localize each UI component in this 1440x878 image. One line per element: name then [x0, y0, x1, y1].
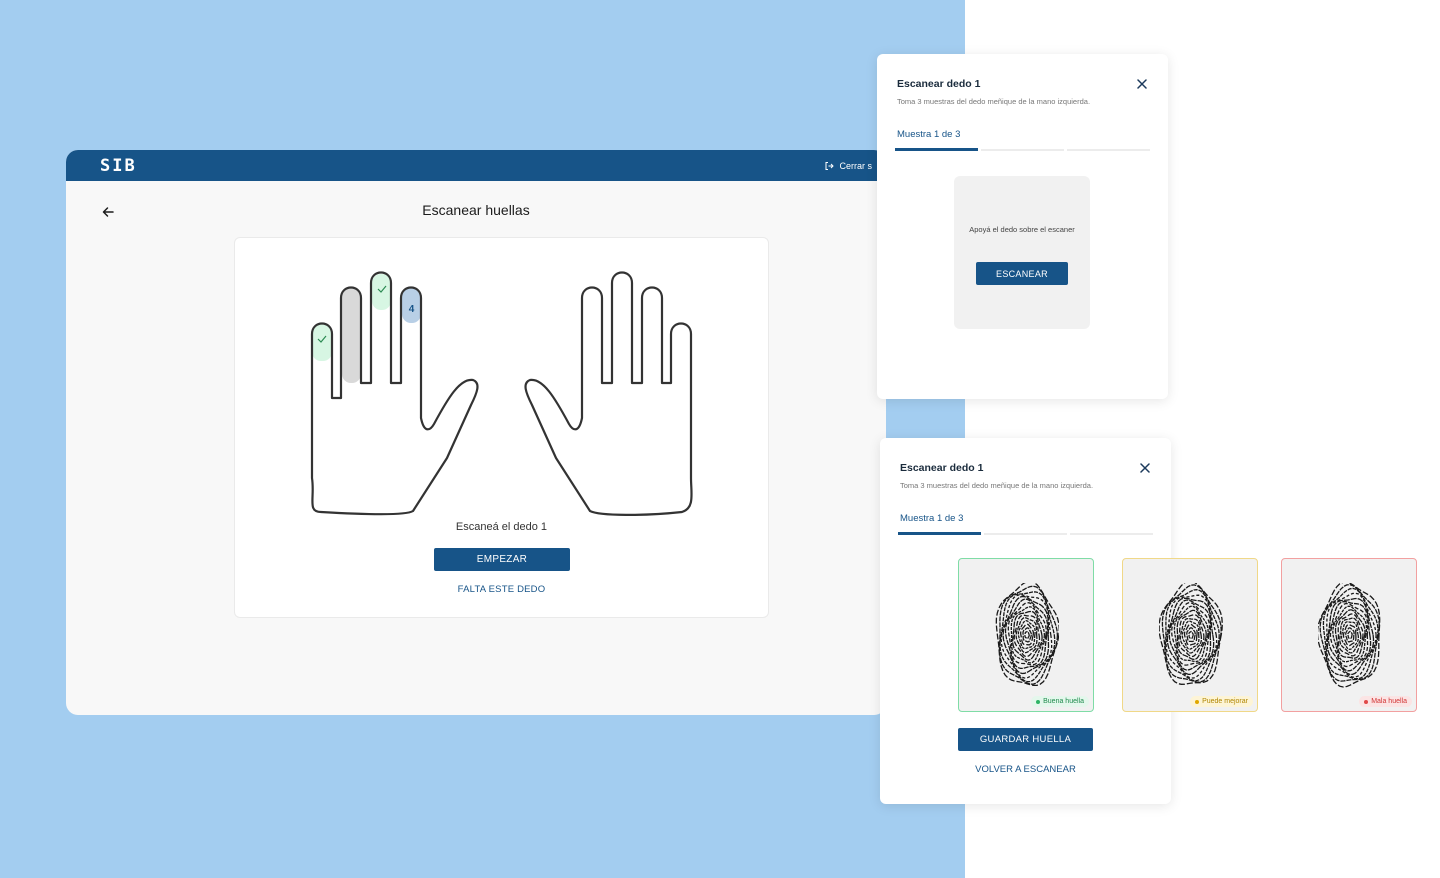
left-pinky-done [312, 324, 332, 361]
left-hand-outline [310, 271, 479, 516]
scan-instruction: Escaneá el dedo 1 [455, 521, 548, 533]
page-title: Escanear huellas [422, 202, 530, 218]
fingerprint-icon [1159, 583, 1223, 685]
close-icon[interactable] [1139, 462, 1151, 474]
logout-icon [825, 161, 835, 170]
rescan-link[interactable]: VOLVER A ESCANEAR [958, 764, 1093, 775]
fingerprint-icon [995, 583, 1059, 687]
svg-text:4: 4 [409, 304, 415, 315]
fingerprint-icon [1318, 583, 1381, 688]
left-middle-done [372, 274, 391, 310]
progress-step-2 [984, 533, 1067, 535]
tab-sample[interactable]: Muestra 1 de 3 [900, 513, 963, 524]
progress-step-1 [898, 532, 981, 535]
hands-illustration: 4 [310, 271, 693, 516]
progress-step-3 [1067, 149, 1150, 151]
missing-finger-link[interactable]: FALTA ESTE DEDO [235, 584, 768, 595]
fingerprint-card-good[interactable]: Buena huella [958, 558, 1094, 712]
close-icon[interactable] [1136, 78, 1148, 90]
scanner-area: Apoyá el dedo sobre el escaner ESCANEAR [954, 176, 1090, 329]
progress-step-2 [981, 149, 1064, 151]
modal-subtitle: Toma 3 muestras del dedo meñique de la m… [900, 481, 1094, 490]
progress-step-1 [895, 148, 978, 151]
quality-badge-medium: Puede mejorar [1190, 696, 1253, 707]
tab-sample[interactable]: Muestra 1 de 3 [897, 129, 960, 140]
progress-step-3 [1070, 533, 1153, 535]
app-window: SIB Cerrar s Escanear huellas 4 Escaneá … [66, 150, 886, 715]
save-fingerprint-button[interactable]: GUARDAR HUELLA [958, 728, 1093, 751]
left-ring-missing [342, 288, 361, 383]
app-logo: SIB [100, 155, 137, 176]
top-bar: SIB Cerrar s [66, 150, 886, 181]
fingerprint-card-bad[interactable]: Mala huella [1281, 558, 1417, 712]
right-hand-outline [524, 271, 693, 516]
start-button[interactable]: EMPEZAR [434, 548, 570, 571]
scan-button[interactable]: ESCANEAR [976, 262, 1068, 285]
logout-label: Cerrar s [839, 160, 872, 171]
modal-title: Escanear dedo 1 [897, 78, 981, 90]
fingerprint-card-medium[interactable]: Puede mejorar [1122, 558, 1258, 712]
modal-title: Escanear dedo 1 [900, 462, 984, 474]
quality-badge-bad: Mala huella [1359, 696, 1412, 707]
modal-subtitle: Toma 3 muestras del dedo meñique de la m… [897, 97, 1091, 106]
left-index-current: 4 [402, 288, 421, 323]
scan-modal: Escanear dedo 1 Toma 3 muestras del dedo… [877, 54, 1168, 399]
scanner-instruction: Apoyá el dedo sobre el escaner [969, 225, 1075, 234]
hands-card: 4 Escaneá el dedo 1 EMPEZAR FALTA ESTE D… [234, 237, 769, 618]
background-strip [936, 399, 965, 438]
logout-button[interactable]: Cerrar s [824, 161, 872, 171]
sample-progress [898, 532, 1153, 535]
quality-badge-good: Buena huella [1031, 696, 1089, 707]
sample-progress [895, 148, 1150, 151]
